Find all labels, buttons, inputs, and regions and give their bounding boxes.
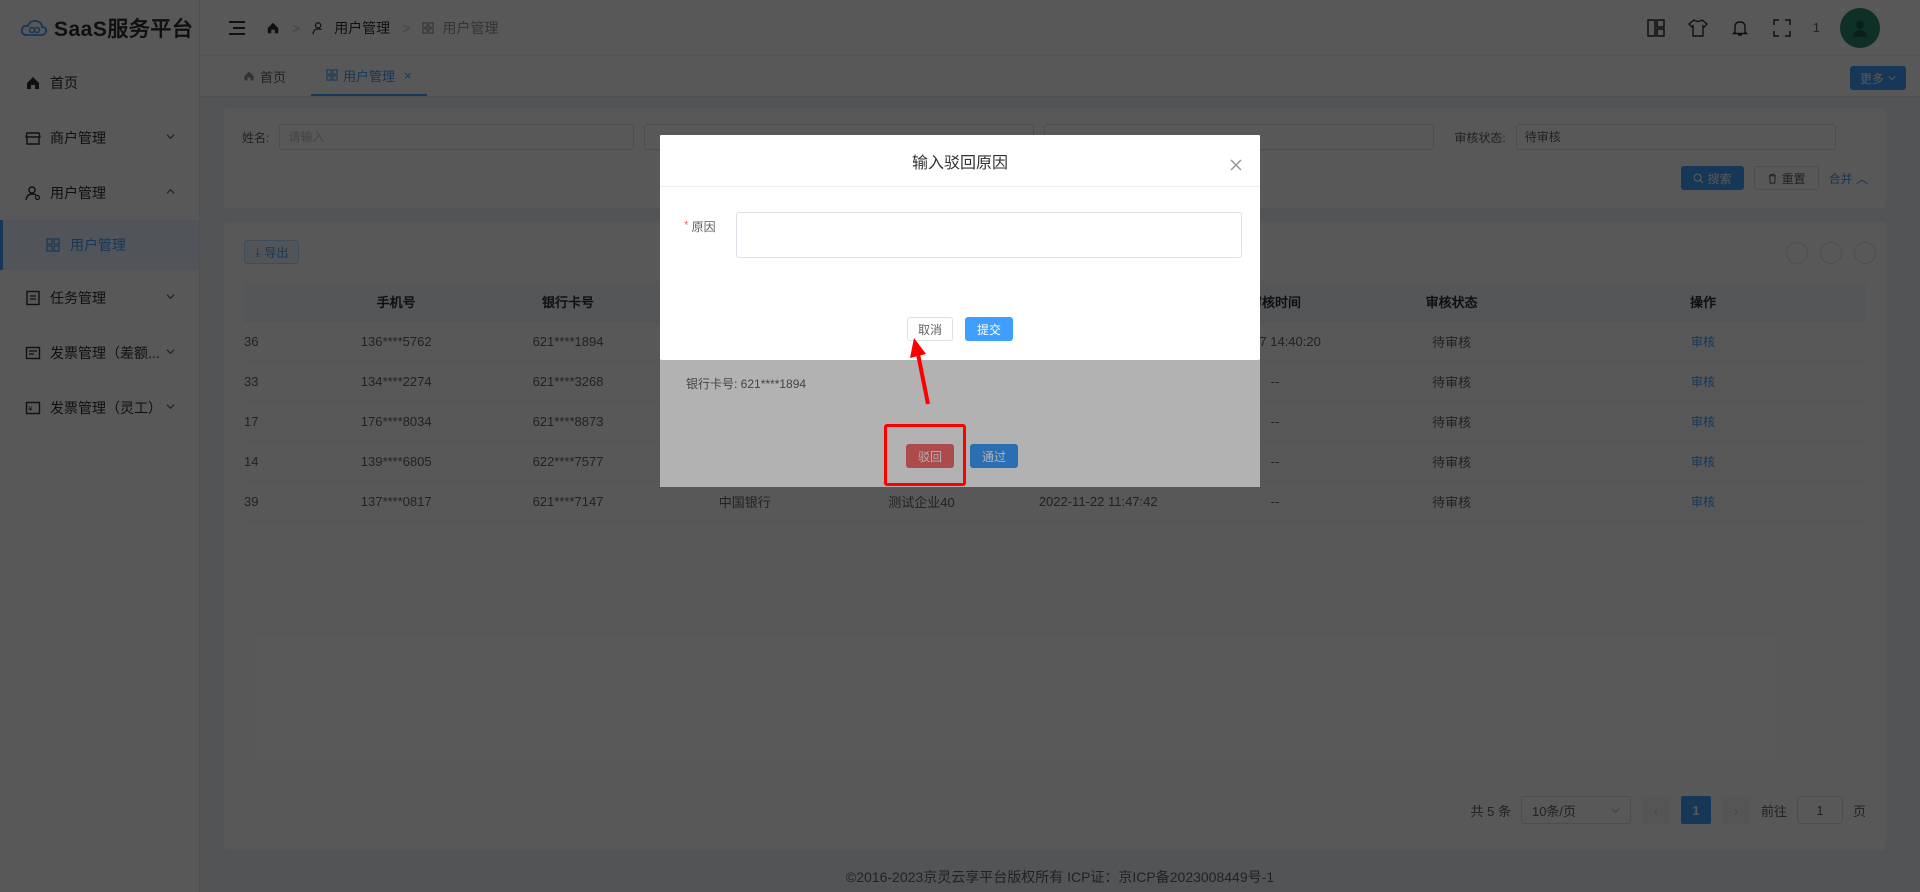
close-icon[interactable]: [1230, 159, 1242, 171]
required-mark: *: [684, 218, 689, 232]
reject-reason-dialog: 输入驳回原因 * 原因 取消 提交: [660, 135, 1260, 360]
dialog-footer: 取消 提交: [660, 317, 1260, 341]
reason-textarea[interactable]: [735, 212, 1242, 258]
submit-button[interactable]: 提交: [965, 317, 1014, 341]
dialog-header: 输入驳回原因: [660, 135, 1260, 187]
annotation-arrow-icon: [910, 338, 930, 405]
dialog-title: 输入驳回原因: [911, 154, 1008, 172]
annotation-highlight-box: [884, 424, 966, 486]
reason-form-row: * 原因: [684, 212, 1242, 258]
reason-label: 原因: [691, 220, 716, 234]
